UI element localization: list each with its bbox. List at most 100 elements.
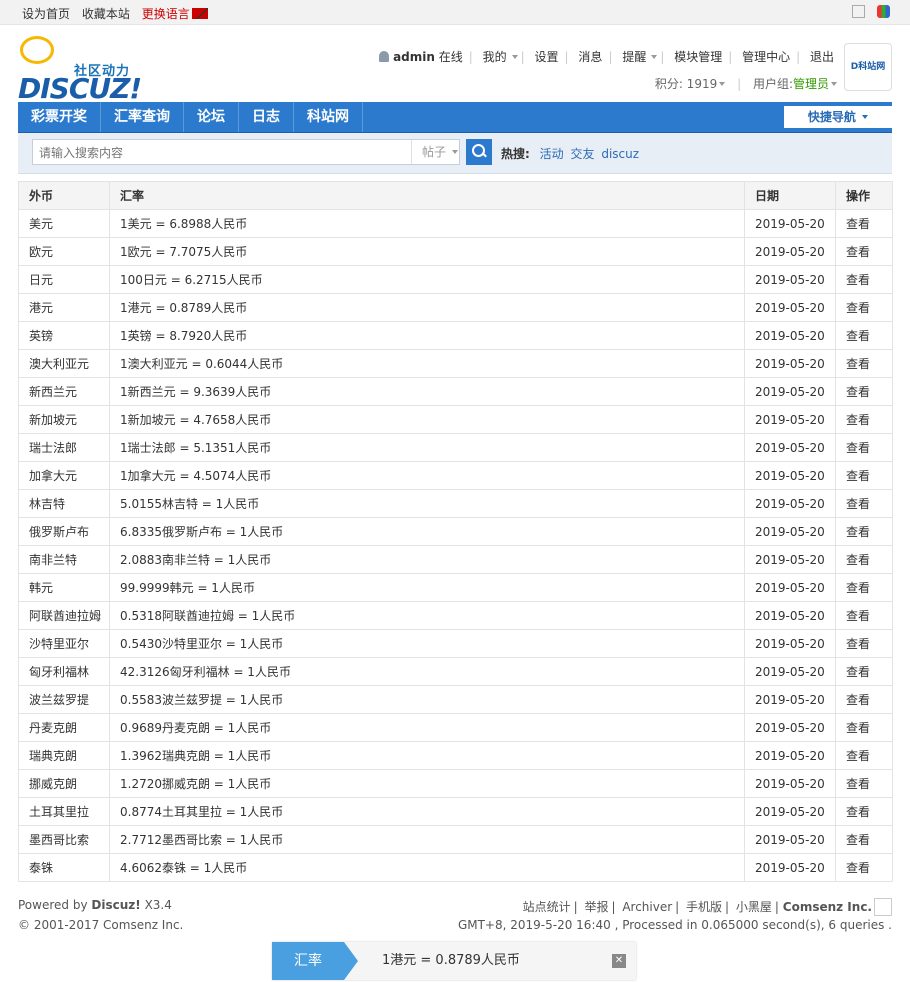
- rate-cell: 1欧元 = 7.7075人民币: [109, 237, 745, 266]
- bookmark-link[interactable]: 收藏本站: [82, 7, 130, 21]
- currency-cell: 新西兰元: [18, 377, 110, 406]
- table-row: 美元 1美元 = 6.8988人民币 2019-05-20 查看: [18, 209, 893, 238]
- table-row: 沙特里亚尔 0.5430沙特里亚尔 = 1人民币 2019-05-20 查看: [18, 629, 893, 658]
- view-link[interactable]: 查看: [835, 545, 893, 574]
- search-type-select[interactable]: 帖子: [411, 140, 461, 164]
- footer-link-mobile[interactable]: 手机版: [686, 900, 722, 914]
- change-language-link[interactable]: 更换语言: [142, 7, 208, 21]
- nav-blog[interactable]: 日志: [239, 102, 294, 132]
- search-type-label: 帖子: [422, 145, 447, 159]
- date-cell: 2019-05-20: [744, 405, 836, 434]
- view-link[interactable]: 查看: [835, 209, 893, 238]
- currency-cell: 土耳其里拉: [18, 797, 110, 826]
- rate-cell: 6.8335俄罗斯卢布 = 1人民币: [109, 517, 745, 546]
- view-link[interactable]: 查看: [835, 657, 893, 686]
- date-cell: 2019-05-20: [744, 545, 836, 574]
- table-row: 英镑 1英镑 = 8.7920人民币 2019-05-20 查看: [18, 321, 893, 350]
- table-row: 阿联酋迪拉姆 0.5318阿联酋迪拉姆 = 1人民币 2019-05-20 查看: [18, 601, 893, 630]
- hot-search: 热搜: 活动 交友 discuz: [501, 145, 639, 162]
- logo-bubble-icon: [20, 36, 54, 64]
- toast-arrow-icon: [344, 942, 358, 980]
- logo-brand: DISCUZ!: [18, 72, 142, 105]
- footer-company-link[interactable]: Comsenz Inc.: [783, 900, 872, 914]
- view-link[interactable]: 查看: [835, 489, 893, 518]
- currency-cell: 南非兰特: [18, 545, 110, 574]
- rate-cell: 2.0883南非兰特 = 1人民币: [109, 545, 745, 574]
- username-link[interactable]: admin: [393, 50, 435, 64]
- search-bar: 帖子 热搜: 活动 交友 discuz: [18, 133, 892, 174]
- view-link[interactable]: 查看: [835, 741, 893, 770]
- currency-cell: 瑞士法郎: [18, 433, 110, 462]
- currency-cell: 波兰兹罗提: [18, 685, 110, 714]
- menu-my[interactable]: 我的: [483, 50, 507, 64]
- menu-messages[interactable]: 消息: [578, 50, 602, 64]
- date-cell: 2019-05-20: [744, 377, 836, 406]
- rate-cell: 0.5583波兰兹罗提 = 1人民币: [109, 685, 745, 714]
- nav-lottery[interactable]: 彩票开奖: [18, 102, 101, 132]
- online-status[interactable]: 在线: [439, 50, 463, 64]
- hot-search-label: 热搜:: [501, 147, 530, 161]
- view-link[interactable]: 查看: [835, 293, 893, 322]
- footer-link-archiver[interactable]: Archiver: [622, 900, 672, 914]
- table-row: 泰铢 4.6062泰铢 = 1人民币 2019-05-20 查看: [18, 853, 893, 882]
- hot-search-link[interactable]: discuz: [601, 147, 639, 161]
- menu-reminders[interactable]: 提醒: [622, 50, 646, 64]
- view-link[interactable]: 查看: [835, 349, 893, 378]
- date-cell: 2019-05-20: [744, 853, 836, 882]
- date-cell: 2019-05-20: [744, 293, 836, 322]
- view-link[interactable]: 查看: [835, 237, 893, 266]
- footer-link-stats[interactable]: 站点统计: [523, 900, 571, 914]
- menu-admin-center[interactable]: 管理中心: [742, 50, 790, 64]
- version: X3.4: [144, 898, 172, 912]
- fullscreen-icon[interactable]: [852, 5, 866, 18]
- table-header-row: 外币 汇率 日期 操作: [18, 181, 893, 210]
- view-link[interactable]: 查看: [835, 321, 893, 350]
- set-home-link[interactable]: 设为首页: [22, 7, 70, 21]
- view-link[interactable]: 查看: [835, 685, 893, 714]
- table-row: 俄罗斯卢布 6.8335俄罗斯卢布 = 1人民币 2019-05-20 查看: [18, 517, 893, 546]
- currency-cell: 澳大利亚元: [18, 349, 110, 378]
- flag-icon: [191, 8, 208, 19]
- view-link[interactable]: 查看: [835, 405, 893, 434]
- view-link[interactable]: 查看: [835, 517, 893, 546]
- view-link[interactable]: 查看: [835, 825, 893, 854]
- product-link[interactable]: Discuz!: [91, 898, 140, 912]
- hot-search-link[interactable]: 交友: [570, 147, 594, 161]
- site-logo[interactable]: 社区动力 DISCUZ!: [18, 36, 158, 105]
- cnzz-stats-icon[interactable]: [874, 898, 892, 916]
- nav-kezhan[interactable]: 科站网: [294, 102, 363, 132]
- view-link[interactable]: 查看: [835, 461, 893, 490]
- search-input[interactable]: [33, 140, 401, 166]
- view-link[interactable]: 查看: [835, 629, 893, 658]
- menu-module-admin[interactable]: 模块管理: [674, 50, 722, 64]
- nav-forum[interactable]: 论坛: [184, 102, 239, 132]
- view-link[interactable]: 查看: [835, 797, 893, 826]
- rate-cell: 1新加坡元 = 4.7658人民币: [109, 405, 745, 434]
- currency-cell: 泰铢: [18, 853, 110, 882]
- table-row: 匈牙利福林 42.3126匈牙利福林 = 1人民币 2019-05-20 查看: [18, 657, 893, 686]
- points-label[interactable]: 积分: 1919: [655, 77, 717, 91]
- user-group-value[interactable]: 管理员: [793, 77, 829, 91]
- nav-exchange-rate[interactable]: 汇率查询: [101, 102, 184, 132]
- rate-cell: 1.3962瑞典克朗 = 1人民币: [109, 741, 745, 770]
- menu-logout[interactable]: 退出: [810, 50, 834, 64]
- partner-logo[interactable]: D科站网: [844, 43, 892, 91]
- view-link[interactable]: 查看: [835, 713, 893, 742]
- view-link[interactable]: 查看: [835, 265, 893, 294]
- view-link[interactable]: 查看: [835, 573, 893, 602]
- view-link[interactable]: 查看: [835, 601, 893, 630]
- quick-nav-button[interactable]: 快捷导航: [784, 106, 892, 128]
- table-row: 韩元 99.9999韩元 = 1人民币 2019-05-20 查看: [18, 573, 893, 602]
- footer-link-report[interactable]: 举报: [584, 900, 608, 914]
- view-link[interactable]: 查看: [835, 853, 893, 882]
- footer-link-blackroom[interactable]: 小黑屋: [736, 900, 772, 914]
- search-button[interactable]: [466, 139, 492, 165]
- theme-palette-icon[interactable]: [877, 5, 890, 18]
- table-row: 澳大利亚元 1澳大利亚元 = 0.6044人民币 2019-05-20 查看: [18, 349, 893, 378]
- view-link[interactable]: 查看: [835, 769, 893, 798]
- menu-settings[interactable]: 设置: [535, 50, 559, 64]
- close-icon[interactable]: ✕: [612, 954, 626, 968]
- view-link[interactable]: 查看: [835, 377, 893, 406]
- hot-search-link[interactable]: 活动: [540, 147, 564, 161]
- view-link[interactable]: 查看: [835, 433, 893, 462]
